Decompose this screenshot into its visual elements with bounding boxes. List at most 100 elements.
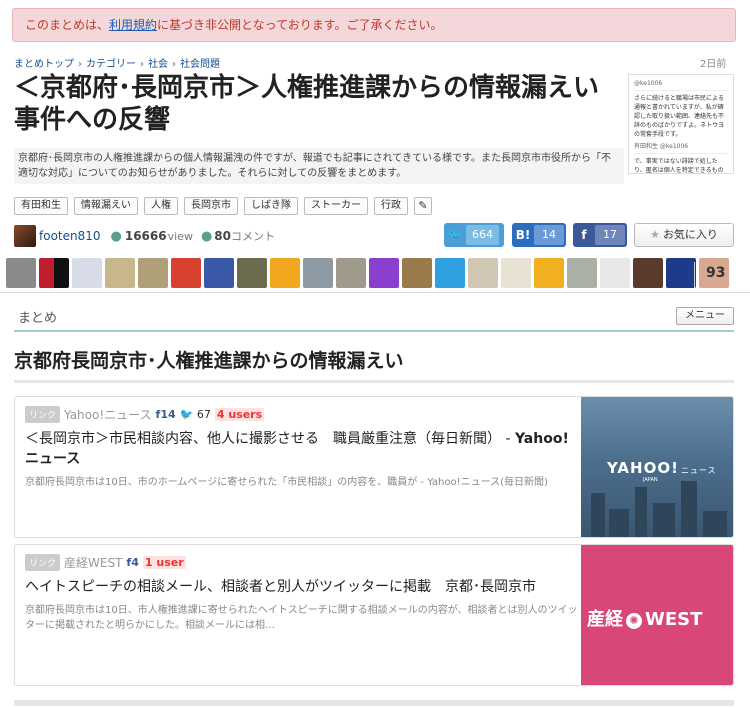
page-description: 京都府･長岡京市の人権推進課からの個人情報漏洩の件ですが、報道でも記事にされてき… xyxy=(14,148,624,184)
card-description: 京都府長岡京市は10日、市人権推進課に寄せられたヘイトスピーチに関する相談メール… xyxy=(25,605,578,631)
facebook-share-button[interactable]: f 17 xyxy=(573,223,627,247)
breadcrumb-separator: › xyxy=(140,59,144,70)
hatena-users-badge[interactable]: 1 user xyxy=(142,555,186,569)
menu-button[interactable]: メニュー xyxy=(676,307,734,325)
tag-item[interactable]: ストーカー xyxy=(304,197,368,215)
star-icon: ★ xyxy=(650,228,660,241)
favoriter-avatar[interactable] xyxy=(534,258,564,288)
favoriter-avatar[interactable] xyxy=(237,258,267,288)
twitter-count: 🐦 67 xyxy=(180,408,211,421)
breadcrumb-separator: › xyxy=(172,59,176,70)
favoriter-avatar[interactable] xyxy=(501,258,531,288)
facebook-count: f4 xyxy=(126,556,138,569)
favoriter-avatar[interactable] xyxy=(6,258,36,288)
favorites-total[interactable]: 93 xyxy=(706,265,725,281)
breadcrumb-separator: › xyxy=(78,59,82,70)
page-title: ＜京都府･長岡京市＞人権推進課からの情報漏えい事件への反響 xyxy=(14,73,600,135)
section-title: 京都府長岡京市･人権推進課からの情報漏えい xyxy=(14,350,404,372)
favoriter-avatar[interactable] xyxy=(633,258,663,288)
building-shape xyxy=(681,481,697,537)
sankei-west-logo: 産経 ✺ WEST xyxy=(587,605,702,631)
card-meta: リンク 産経WEST f4 1 user xyxy=(25,553,581,571)
yahoo-logo-japan: JAPAN xyxy=(643,477,658,483)
favoriter-avatar[interactable] xyxy=(567,258,597,288)
favoriter-avatar[interactable] xyxy=(369,258,399,288)
favorite-button[interactable]: ★ お気に入り xyxy=(634,223,734,247)
building-shape xyxy=(653,503,675,537)
breadcrumb-social-issues[interactable]: 社会問題 xyxy=(180,59,220,70)
author-avatar[interactable] xyxy=(14,225,36,247)
favoriter-avatar[interactable] xyxy=(600,258,630,288)
view-count: 16666 xyxy=(124,229,167,243)
favoriter-avatar[interactable] xyxy=(171,258,201,288)
source-name: 産経WEST xyxy=(64,555,123,570)
building-shape xyxy=(635,487,647,537)
facebook-count: f14 xyxy=(156,408,176,421)
favoriter-avatar[interactable] xyxy=(270,258,300,288)
building-shape xyxy=(609,509,629,537)
card-body: リンク 産経WEST f4 1 user ヘイトスピーチの相談メール、相談者と別… xyxy=(25,553,581,633)
divider xyxy=(14,380,734,383)
tag-item[interactable]: しばき隊 xyxy=(244,197,298,215)
tag-item[interactable]: 人権 xyxy=(144,197,178,215)
favoriter-avatar[interactable] xyxy=(138,258,168,288)
yahoo-news-thumbnail[interactable]: YAHOO! ニュース JAPAN xyxy=(581,397,733,537)
comment-label[interactable]: コメント xyxy=(231,228,275,244)
thumbnail-tweet[interactable]: @ke1006 さらに続けると職場は市民による通報と書かれていますが、私が確認し… xyxy=(628,74,734,174)
sankei-west-thumbnail[interactable]: 産経 ✺ WEST xyxy=(581,545,733,685)
breadcrumb-top[interactable]: まとめトップ xyxy=(14,59,74,70)
favoriter-avatar[interactable] xyxy=(303,258,333,288)
yahoo-logo-news: ニュース xyxy=(680,466,717,475)
link-badge: リンク xyxy=(25,405,61,423)
hatena-icon: B! xyxy=(515,228,531,242)
sankei-logo-left: 産経 xyxy=(587,609,623,630)
thumb-handle: @ke1006 xyxy=(634,79,728,91)
view-label: view xyxy=(167,229,193,243)
notice-text-before: このまとめは、 xyxy=(25,18,110,32)
favoriter-avatar[interactable] xyxy=(336,258,366,288)
comment-icon: ● xyxy=(200,228,213,244)
favorite-label: お気に入り xyxy=(662,228,718,241)
favoriter-avatar[interactable] xyxy=(72,258,102,288)
terms-link[interactable]: 利用規約 xyxy=(109,18,157,32)
twitter-share-button[interactable]: 🐦 664 xyxy=(444,223,504,247)
link-card[interactable]: リンク Yahoo!ニュース f14 🐦 67 4 users ＜長岡京市＞市民… xyxy=(14,396,734,538)
building-shape xyxy=(703,511,727,537)
tag-item[interactable]: 情報漏えい xyxy=(74,197,138,215)
favoriter-avatar[interactable] xyxy=(39,258,69,288)
sankei-mark-icon: ✺ xyxy=(626,613,642,629)
link-card[interactable]: リンク 産経WEST f4 1 user ヘイトスピーチの相談メール、相談者と別… xyxy=(14,544,734,686)
hatena-bookmark-button[interactable]: B! 14 xyxy=(512,223,566,247)
favoriter-avatar[interactable] xyxy=(105,258,135,288)
favoriter-avatar[interactable] xyxy=(468,258,498,288)
favoriter-avatar[interactable] xyxy=(666,258,696,288)
unpublished-notice: このまとめは、利用規約に基づき非公開となっております。ご了承ください。 xyxy=(12,8,736,42)
tag-item[interactable]: 行政 xyxy=(374,197,408,215)
posted-date: 2日前 xyxy=(700,59,727,70)
thumb-text: さらに続けると職場は市民による通報と書かれていますが、私が確認した取り扱い範囲、… xyxy=(634,95,725,138)
divider xyxy=(0,292,750,293)
edit-tags-pencil-icon[interactable]: ✎ xyxy=(414,197,432,215)
card-title[interactable]: ヘイトスピーチの相談メール、相談者と別人がツイッターに掲載 京都･長岡京市 xyxy=(25,577,581,597)
tag-item[interactable]: 長岡京市 xyxy=(184,197,238,215)
favoriter-avatar[interactable] xyxy=(402,258,432,288)
thumb-text-2: で、事実ではない誹謗で処したり、匿名は個人を特定できるものではないとして xyxy=(634,158,724,174)
favoriter-avatar[interactable] xyxy=(204,258,234,288)
author-name[interactable]: footen810 xyxy=(39,229,101,243)
favoriter-avatar[interactable] xyxy=(435,258,465,288)
building-shape xyxy=(591,493,605,537)
yahoo-logo: YAHOO! ニュース xyxy=(607,459,717,477)
card-title[interactable]: ＜長岡京市＞市民相談内容、他人に撮影させる 職員厳重注意（毎日新聞） - Yah… xyxy=(25,429,581,469)
card-meta: リンク Yahoo!ニュース f14 🐦 67 4 users xyxy=(25,405,581,423)
breadcrumb-society[interactable]: 社会 xyxy=(148,59,168,70)
tag-item[interactable]: 有田和生 xyxy=(14,197,68,215)
comment-count[interactable]: 80 xyxy=(214,229,231,243)
twitter-icon: 🐦 xyxy=(447,228,463,242)
breadcrumb-category[interactable]: カテゴリー xyxy=(86,59,136,70)
tag-list: 有田和生 情報漏えい 人権 長岡京市 しばき隊 ストーカー 行政 ✎ xyxy=(14,197,432,215)
yahoo-logo-text: YAHOO! xyxy=(607,459,679,477)
matome-label: まとめ xyxy=(18,311,58,326)
favoriter-avatars xyxy=(6,258,729,290)
source-name: Yahoo!ニュース xyxy=(64,407,152,422)
hatena-users-badge[interactable]: 4 users xyxy=(214,407,265,421)
